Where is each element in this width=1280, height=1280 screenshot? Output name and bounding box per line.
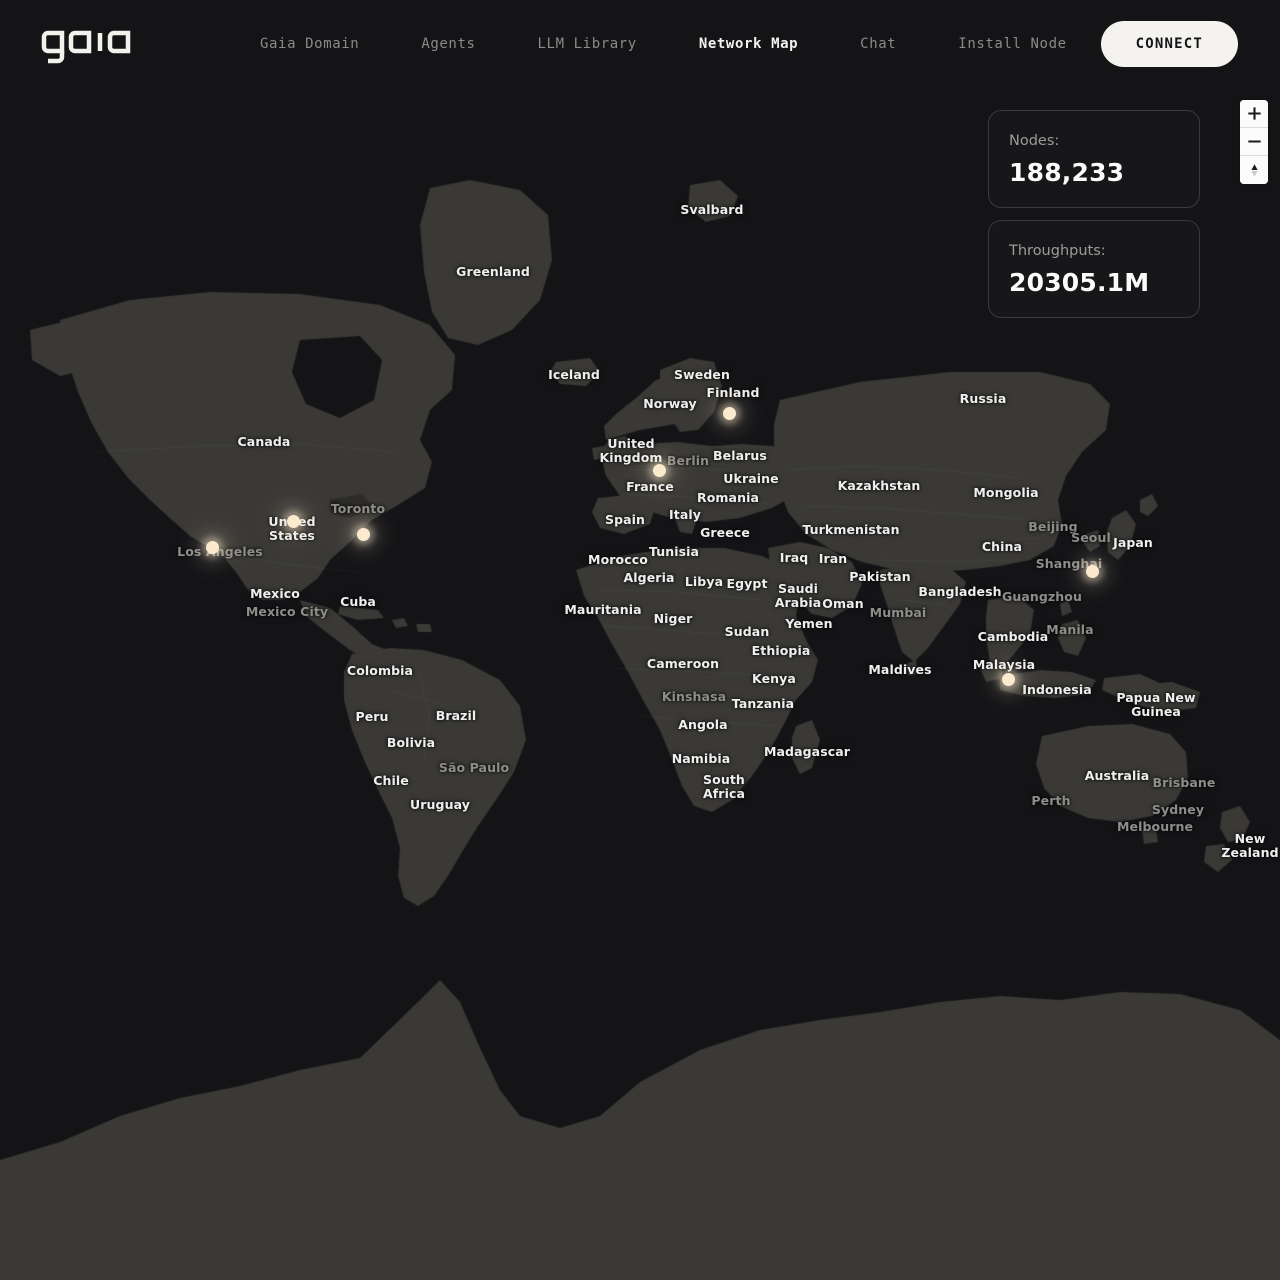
network-map-page: Svalbard Greenland Iceland Sweden Finland Nor… [0,0,1280,1280]
nav-item-llm-library[interactable]: LLM Library [538,36,637,52]
connect-button[interactable]: CONNECT [1100,21,1238,67]
minus-icon [1247,140,1261,143]
compass-reset-button[interactable] [1240,156,1268,184]
site-header: Gaia Domain Agents LLM Library Network Map C… [0,0,1280,88]
throughputs-label: Throughputs: [1009,243,1106,259]
stat-card-throughputs: Throughputs: 20305.1M [988,220,1200,318]
node-toronto[interactable] [356,527,370,541]
map-zoom-control [1240,100,1268,184]
zoom-out-button[interactable] [1240,128,1268,156]
nav-item-chat[interactable]: Chat [860,36,896,52]
node-finland[interactable] [722,406,736,420]
north-arrow-icon [1250,163,1258,177]
nav-item-install-node[interactable]: Install Node [958,36,1066,52]
plus-icon [1247,107,1261,120]
node-malaysia[interactable] [1001,672,1015,686]
nodes-value: 188,233 [1009,158,1125,187]
nav-item-gaia-domain[interactable]: Gaia Domain [260,36,359,52]
throughputs-value: 20305.1M [1009,268,1150,297]
gaia-logo[interactable] [38,20,150,68]
stat-card-nodes: Nodes: 188,233 [988,110,1200,208]
node-shanghai[interactable] [1085,564,1099,578]
nav-item-agents[interactable]: Agents [421,36,475,52]
nodes-label: Nodes: [1009,133,1060,149]
node-paris[interactable] [652,463,666,477]
node-los-angeles[interactable] [205,540,219,554]
zoom-in-button[interactable] [1240,100,1268,128]
stats-panel: Nodes: 188,233 Throughputs: 20305.1M [988,110,1200,318]
main-nav: Gaia Domain Agents LLM Library Network Map C… [260,36,1067,52]
node-united-states[interactable] [286,514,300,528]
nav-item-network-map[interactable]: Network Map [699,36,798,52]
